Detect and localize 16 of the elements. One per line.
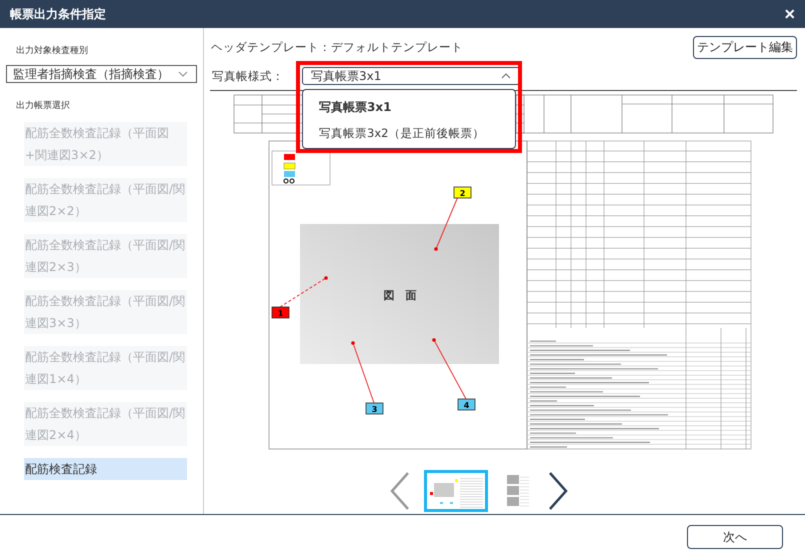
dropdown-option[interactable]: 写真帳票3x2（是正前後帳票）	[303, 121, 515, 146]
next-button[interactable]: 次へ	[687, 525, 783, 549]
chevron-up-icon	[501, 73, 511, 79]
photo-style-label: 写真帳様式：	[212, 68, 285, 84]
inspection-type-select[interactable]: 監理者指摘検査（指摘検査）	[6, 65, 197, 83]
page-thumbnail[interactable]	[424, 470, 488, 512]
chevron-down-icon	[178, 71, 188, 77]
report-item[interactable]: 配筋検査記録	[24, 458, 187, 480]
edit-template-button[interactable]: テンプレート編集	[693, 36, 797, 59]
report-select-label: 出力帳票選択	[16, 100, 71, 112]
inspection-type-label: 出力対象検査種別	[16, 44, 89, 57]
window-title: 帳票出力条件指定	[10, 6, 106, 22]
close-button[interactable]: ×	[780, 5, 799, 23]
header-template-text: ヘッダテンプレート：デフォルトテンプレート	[211, 40, 463, 55]
plan-area: 図 面	[300, 224, 499, 364]
photo-style-select[interactable]: 写真帳票3x1	[302, 67, 520, 85]
